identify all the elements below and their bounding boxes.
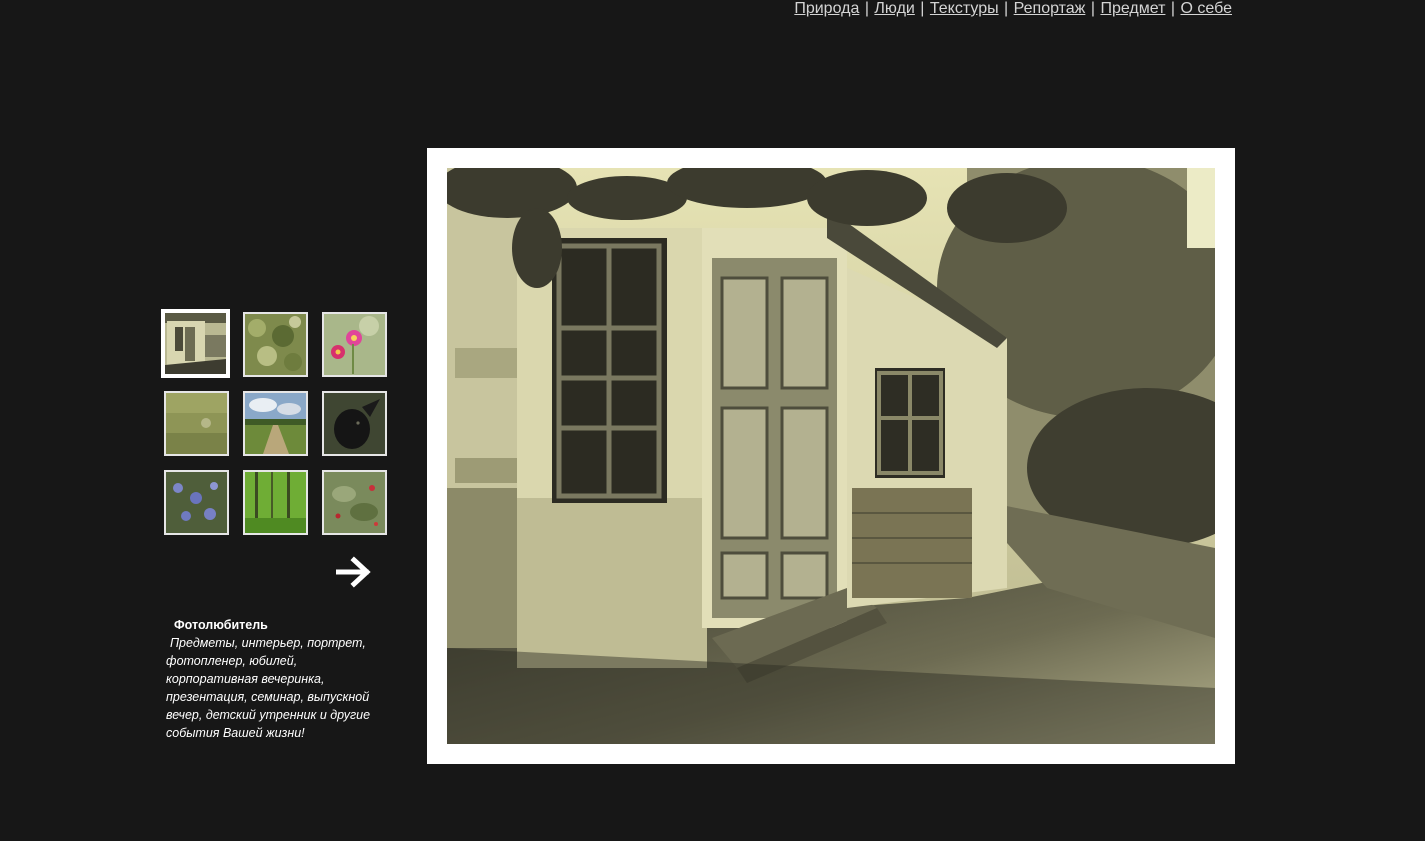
thumbnail-image — [245, 314, 306, 375]
top-navigation: Природа | Люди | Текстуры | Репортаж | П… — [794, 0, 1232, 18]
thumbnail-leaves[interactable] — [243, 312, 308, 377]
thumbnail-image — [324, 314, 385, 375]
nav-link-about[interactable]: О себе — [1181, 0, 1233, 17]
nav-separator: | — [1004, 0, 1009, 17]
thumbnail-image — [245, 393, 306, 454]
arrow-right-icon[interactable] — [336, 556, 372, 588]
thumbnail-image — [166, 393, 227, 454]
nav-link-reportage[interactable]: Репортаж — [1014, 0, 1086, 17]
nav-separator: | — [864, 0, 869, 17]
thumbnail-field-road[interactable] — [243, 391, 308, 456]
nav-link-textures[interactable]: Текстуры — [930, 0, 999, 17]
nav-separator: | — [1170, 0, 1176, 17]
main-photo-frame — [427, 148, 1235, 764]
thumbnail-grass[interactable] — [164, 391, 229, 456]
thumbnail-image — [245, 472, 306, 533]
nav-link-object[interactable]: Предмет — [1100, 0, 1165, 17]
photo-old-house — [447, 168, 1215, 744]
thumbnail-black-goat[interactable] — [322, 391, 387, 456]
thumbnail-image — [166, 472, 227, 533]
thumbnail-red-berries[interactable] — [322, 470, 387, 535]
thumbnail-image — [324, 472, 385, 533]
thumbnail-blue-flowers[interactable] — [164, 470, 229, 535]
about-description: Предметы, интерьер, портрет, фотопленер,… — [166, 636, 371, 740]
nav-separator: | — [920, 0, 925, 17]
arrow-right-shape — [336, 556, 371, 588]
thumbnail-image — [165, 313, 226, 374]
nav-link-people[interactable]: Люди — [874, 0, 914, 17]
thumbnail-image — [324, 393, 385, 454]
nav-separator: | — [1090, 0, 1095, 17]
thumbnail-old-house[interactable] — [161, 309, 230, 378]
main-photo[interactable] — [447, 168, 1215, 744]
about-block: Фотолюбитель Предметы, интерьер, портрет… — [166, 616, 391, 742]
nav-link-nature[interactable]: Природа — [794, 0, 859, 17]
thumbnail-pink-flowers[interactable] — [322, 312, 387, 377]
thumbnail-green-forest[interactable] — [243, 470, 308, 535]
thumbnail-grid — [161, 309, 390, 538]
about-title: Фотолюбитель — [174, 618, 268, 632]
